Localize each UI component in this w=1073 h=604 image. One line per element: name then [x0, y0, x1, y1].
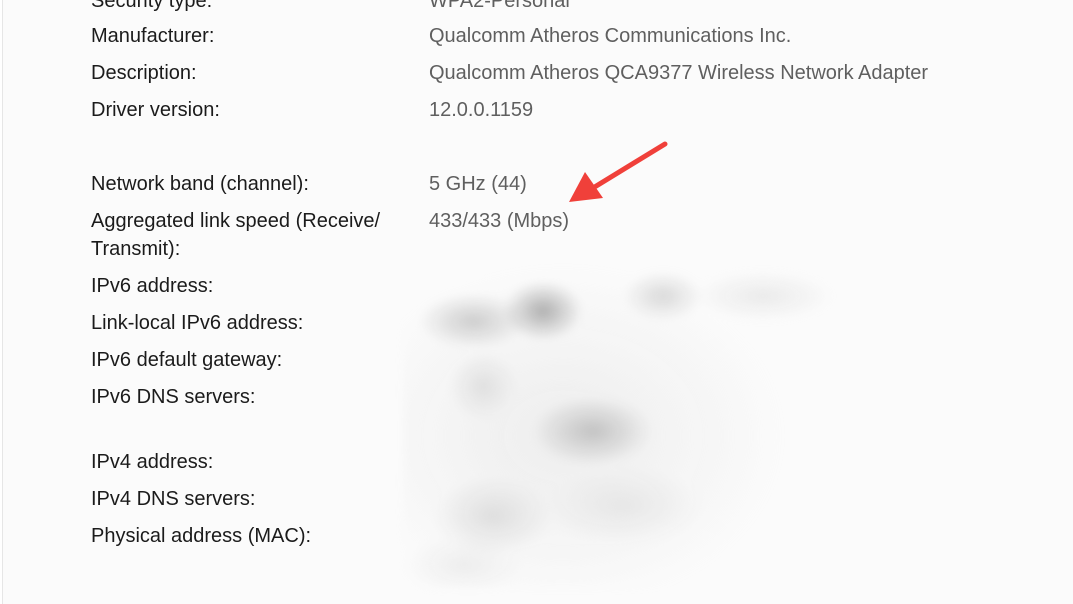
property-label: IPv6 default gateway: [91, 349, 283, 371]
property-value[interactable]: Qualcomm Atheros Communications Inc. [429, 22, 1049, 50]
property-label: Driver version: [91, 99, 220, 121]
property-label: IPv4 address: [91, 451, 214, 473]
property-value[interactable]: WPA2-Personal [429, 0, 1049, 15]
property-label: Aggregated link speed (Receive/Transmit)… [91, 207, 411, 263]
property-label: Network band (channel): [91, 173, 309, 195]
property-label: Security type: [91, 0, 213, 12]
property-label: IPv6 DNS servers: [91, 386, 256, 408]
property-label: Description: [91, 62, 197, 84]
property-label: Physical address (MAC): [91, 525, 312, 547]
property-label-line2: Transmit): [91, 238, 181, 260]
property-label-line1: Aggregated link speed (Receive/ [91, 210, 381, 232]
property-value[interactable]: 12.0.0.1159 [429, 96, 1049, 124]
red-arrow-icon [569, 141, 668, 202]
redacted-values-blur [403, 266, 833, 588]
property-label: Link-local IPv6 address: [91, 312, 304, 334]
network-properties-panel: Security type: WPA2-Personal Manufacture… [2, 0, 1073, 604]
property-label: IPv4 DNS servers: [91, 488, 256, 510]
property-value[interactable]: 433/433 (Mbps) [429, 207, 1049, 235]
property-value[interactable]: 5 GHz (44) [429, 170, 1049, 198]
property-value[interactable]: Qualcomm Atheros QCA9377 Wireless Networ… [429, 59, 1049, 87]
property-label: IPv6 address: [91, 275, 214, 297]
property-label: Manufacturer: [91, 25, 215, 47]
